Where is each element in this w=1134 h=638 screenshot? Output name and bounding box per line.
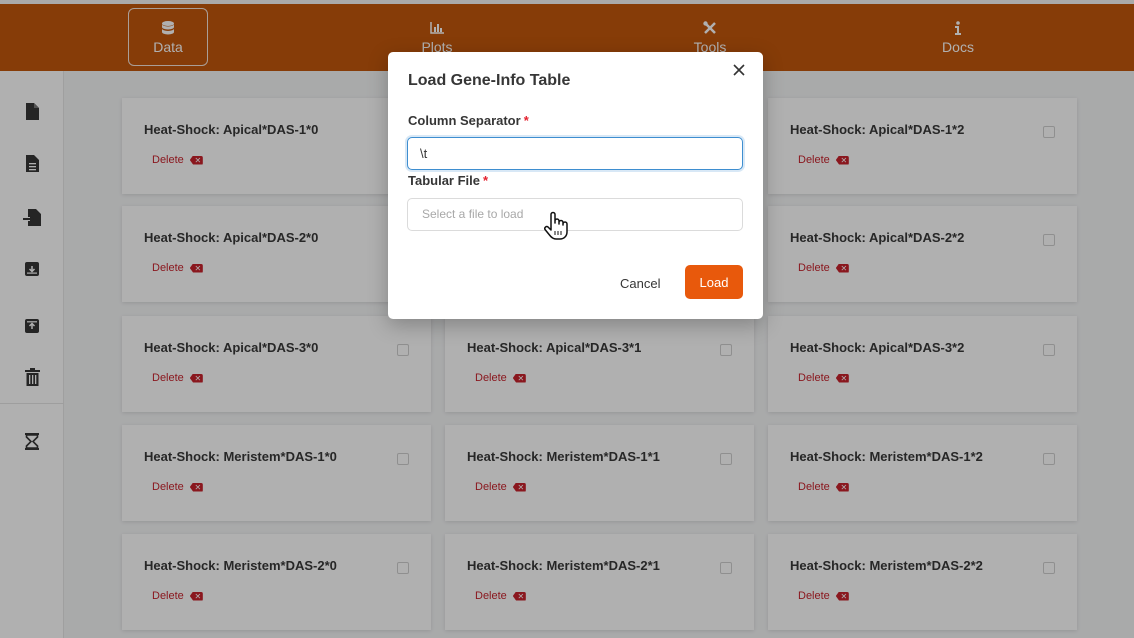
file-label: Tabular File * xyxy=(408,173,489,188)
close-icon[interactable] xyxy=(731,64,747,80)
column-separator-input[interactable] xyxy=(407,137,743,170)
modal-title: Load Gene-Info Table xyxy=(408,72,571,89)
hand-pointer-icon xyxy=(543,211,569,241)
tabular-file-input[interactable]: Select a file to load xyxy=(407,198,743,231)
required-mark: * xyxy=(483,173,489,188)
separator-label: Column Separator * xyxy=(408,113,529,128)
load-gene-info-modal: Load Gene-Info Table Column Separator* T… xyxy=(388,52,763,319)
required-mark: * xyxy=(523,113,529,128)
cancel-button[interactable]: Cancel xyxy=(620,276,660,291)
load-button[interactable]: Load xyxy=(685,265,743,299)
